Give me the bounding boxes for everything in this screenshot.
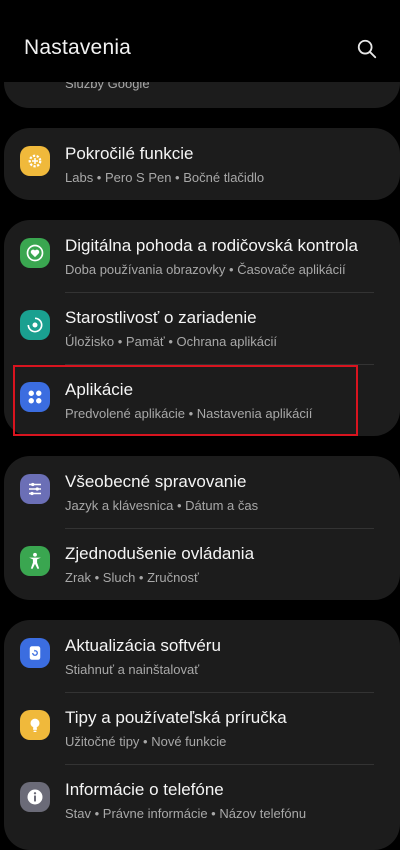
settings-item-accessibility[interactable]: Zjednodušenie ovládania Zrak • Sluch • Z… bbox=[4, 528, 400, 600]
settings-item-title: Všeobecné spravovanie bbox=[65, 472, 247, 491]
gear-plus-icon bbox=[20, 146, 50, 176]
info-icon bbox=[20, 782, 50, 812]
sliders-icon bbox=[20, 474, 50, 504]
settings-item-subtitle: Užitočné tipy • Nové funkcie bbox=[65, 734, 227, 749]
software-update-icon bbox=[20, 638, 50, 668]
settings-item-title: Aktualizácia softvéru bbox=[65, 636, 221, 655]
settings-item-device-care[interactable]: Starostlivosť o zariadenie Úložisko • Pa… bbox=[4, 292, 400, 364]
settings-item-subtitle: Stav • Právne informácie • Názov telefón… bbox=[65, 806, 307, 821]
settings-item-title: Informácie o telefóne bbox=[65, 780, 224, 799]
settings-item-subtitle: Stiahnuť a nainštalovať bbox=[65, 662, 200, 677]
settings-item-title: Starostlivosť o zariadenie bbox=[65, 308, 257, 327]
settings-item-tips[interactable]: Tipy a používateľská príručka Užitočné t… bbox=[4, 692, 400, 764]
settings-item-subtitle: Jazyk a klávesnica • Dátum a čas bbox=[65, 498, 259, 513]
settings-item-advanced-features[interactable]: Pokročilé funkcie Labs • Pero S Pen • Bo… bbox=[4, 128, 400, 200]
search-icon[interactable] bbox=[356, 38, 378, 60]
settings-item-about-phone[interactable]: Informácie o telefóne Stav • Právne info… bbox=[4, 764, 400, 836]
heart-circle-icon bbox=[20, 238, 50, 268]
settings-item-title: Zjednodušenie ovládania bbox=[65, 544, 255, 563]
settings-item-title: Tipy a používateľská príručka bbox=[65, 708, 287, 727]
settings-item-digital-wellbeing[interactable]: Digitálna pohoda a rodičovská kontrola D… bbox=[4, 220, 400, 292]
page-title: Nastavenia bbox=[24, 36, 132, 59]
device-care-icon bbox=[20, 310, 50, 340]
lightbulb-icon bbox=[20, 710, 50, 740]
selection-highlight bbox=[13, 365, 358, 436]
settings-item-subtitle: Doba používania obrazovky • Časovače apl… bbox=[65, 262, 346, 277]
settings-item-subtitle: Zrak • Sluch • Zručnosť bbox=[65, 570, 199, 585]
settings-card-general: Všeobecné spravovanie Jazyk a klávesnica… bbox=[4, 456, 400, 600]
accessibility-icon bbox=[20, 546, 50, 576]
settings-item-subtitle: Labs • Pero S Pen • Bočné tlačidlo bbox=[65, 170, 265, 185]
settings-card-about: Aktualizácia softvéru Stiahnuť a nainšta… bbox=[4, 620, 400, 850]
settings-item-software-update[interactable]: Aktualizácia softvéru Stiahnuť a nainšta… bbox=[4, 620, 400, 692]
settings-item-title: Pokročilé funkcie bbox=[65, 144, 194, 163]
settings-card-advanced: Pokročilé funkcie Labs • Pero S Pen • Bo… bbox=[4, 128, 400, 200]
settings-item-subtitle: Úložisko • Pamäť • Ochrana aplikácií bbox=[65, 334, 277, 349]
settings-item-title: Digitálna pohoda a rodičovská kontrola bbox=[65, 236, 358, 255]
app-header: Nastavenia bbox=[0, 0, 400, 82]
settings-item-general-management[interactable]: Všeobecné spravovanie Jazyk a klávesnica… bbox=[4, 456, 400, 528]
